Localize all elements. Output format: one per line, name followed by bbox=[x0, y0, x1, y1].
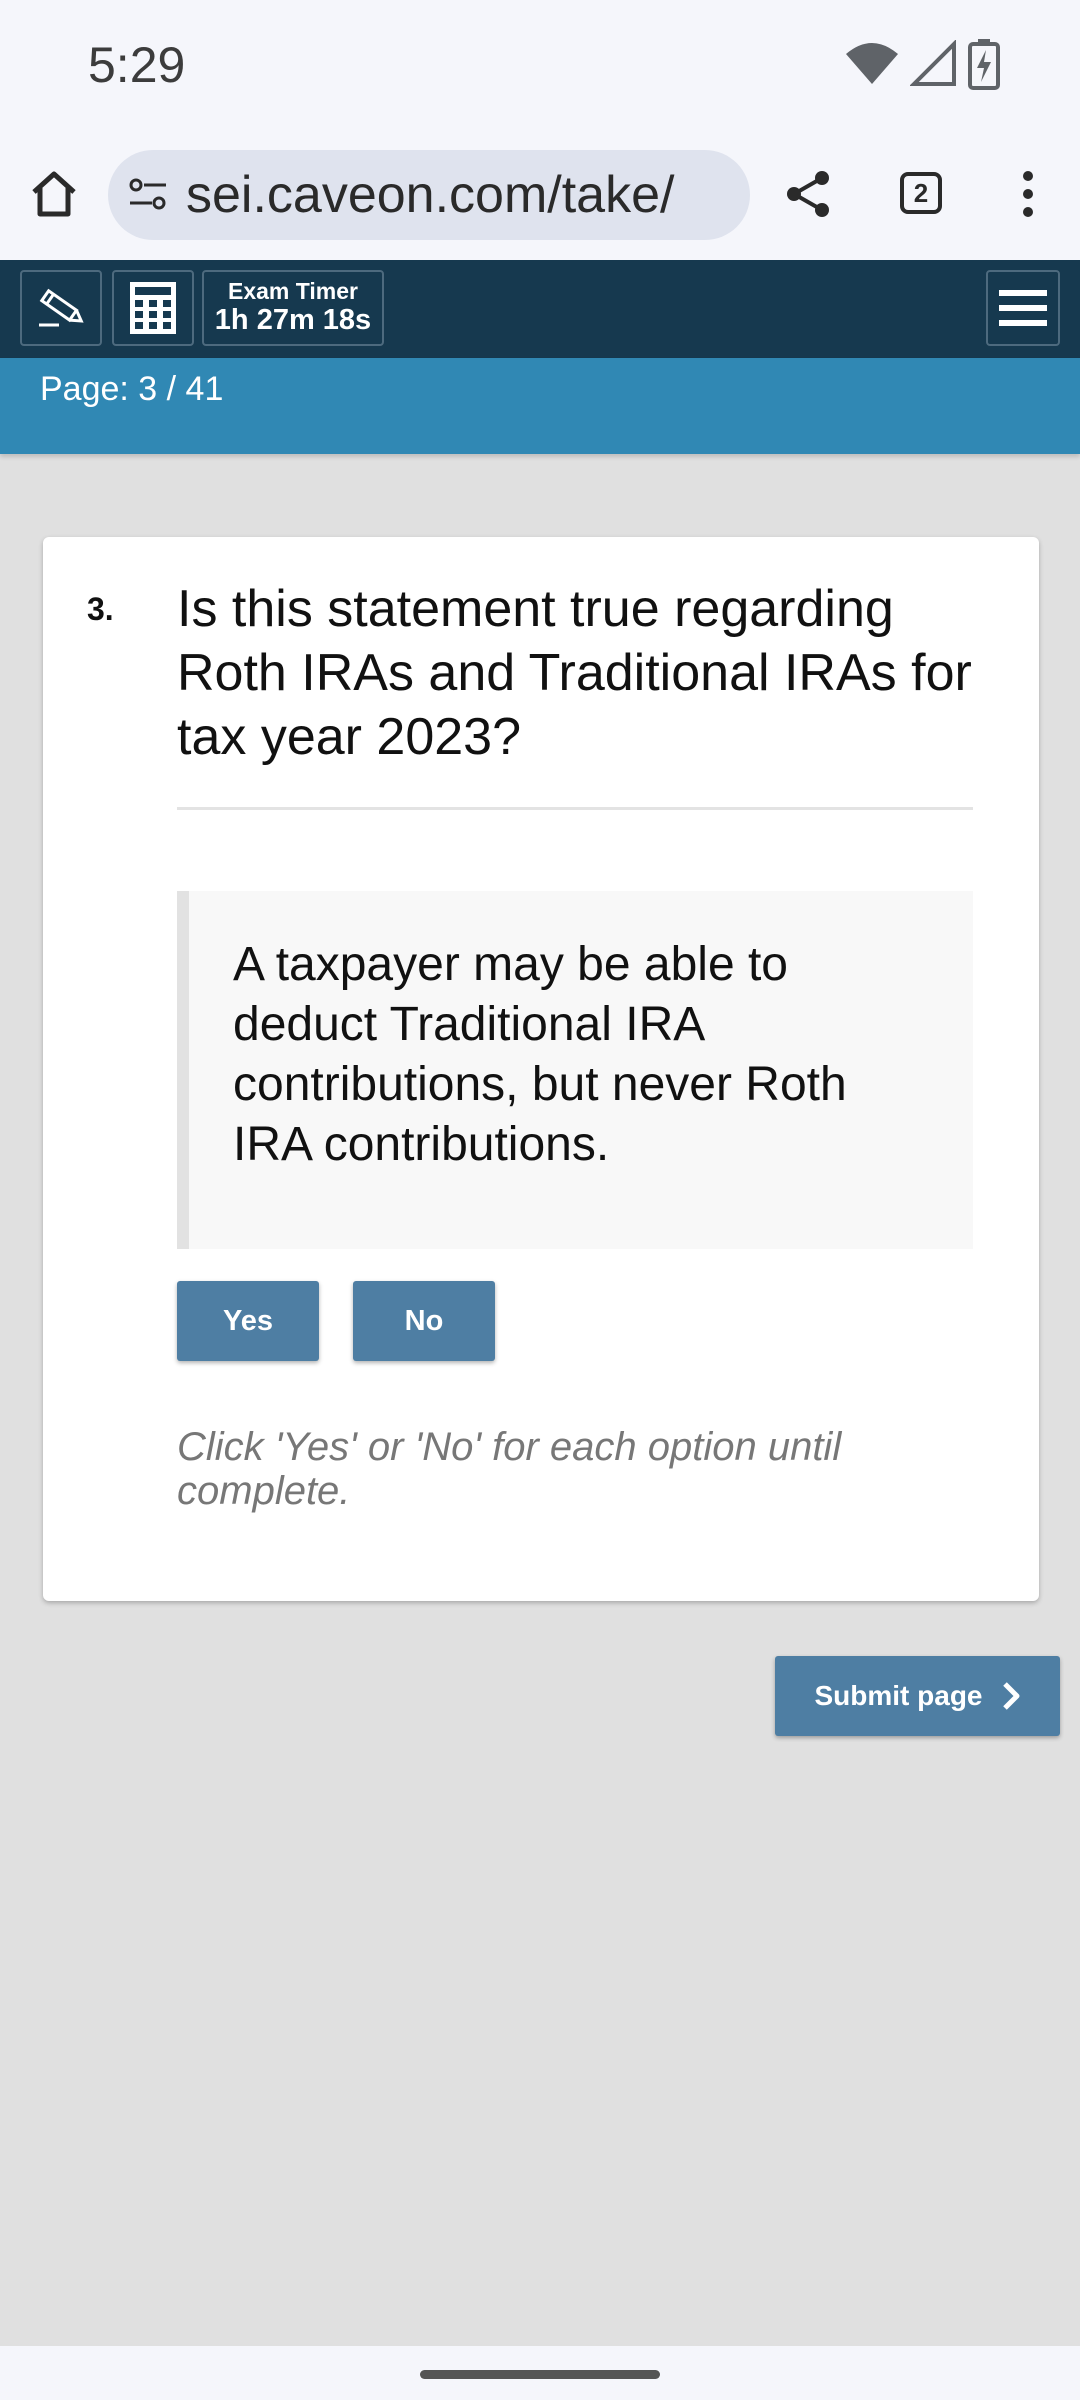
cell-signal-icon bbox=[910, 40, 956, 86]
statement-box: A taxpayer may be able to deduct Traditi… bbox=[177, 891, 973, 1249]
home-icon[interactable] bbox=[26, 166, 82, 222]
status-time: 5:29 bbox=[88, 37, 186, 93]
question-text: Is this statement true regarding Roth IR… bbox=[177, 580, 972, 766]
timer-value: 1h 27m 18s bbox=[214, 303, 372, 336]
more-vert-icon[interactable] bbox=[1010, 166, 1046, 222]
status-bar: 5:29 bbox=[0, 0, 1080, 130]
instruction-text: Click 'Yes' or 'No' for each option unti… bbox=[177, 1425, 842, 1513]
chevron-right-icon bbox=[1002, 1682, 1019, 1710]
address-bar[interactable]: sei.caveon.com/take/ bbox=[108, 150, 750, 240]
battery-charging-icon bbox=[968, 39, 1000, 90]
question-card: 3. Is this statement true regarding Roth… bbox=[43, 537, 1039, 1601]
status-icons bbox=[844, 38, 1000, 90]
tabs-icon[interactable]: 2 bbox=[900, 172, 942, 214]
page-indicator: Page: 3 / 41 bbox=[40, 370, 224, 408]
exam-timer[interactable]: Exam Timer 1h 27m 18s bbox=[202, 270, 384, 346]
pencil-button[interactable] bbox=[20, 270, 102, 346]
no-button[interactable]: No bbox=[353, 1281, 495, 1361]
home-gesture-handle[interactable] bbox=[420, 2370, 660, 2379]
system-nav-bar bbox=[0, 2346, 1080, 2400]
menu-button[interactable] bbox=[986, 270, 1060, 346]
hamburger-menu-icon bbox=[999, 290, 1047, 326]
question-number: 3. bbox=[87, 591, 114, 627]
url-text: sei.caveon.com/take/ bbox=[186, 166, 675, 224]
share-icon[interactable] bbox=[780, 166, 836, 222]
exam-toolbar: Exam Timer 1h 27m 18s bbox=[0, 260, 1080, 358]
submit-page-label: Submit page bbox=[814, 1680, 983, 1711]
calculator-icon bbox=[130, 282, 176, 334]
calculator-button[interactable] bbox=[112, 270, 194, 346]
page-indicator-bar: Page: 3 / 41 bbox=[0, 358, 1080, 454]
site-settings-icon[interactable] bbox=[126, 173, 170, 217]
pencil-icon bbox=[39, 288, 84, 327]
wifi-icon bbox=[846, 43, 898, 84]
timer-label: Exam Timer bbox=[228, 278, 358, 305]
statement-text: A taxpayer may be able to deduct Traditi… bbox=[233, 938, 847, 1171]
yes-button[interactable]: Yes bbox=[177, 1281, 319, 1361]
question-divider bbox=[177, 807, 973, 810]
submit-page-button[interactable]: Submit page bbox=[775, 1656, 1060, 1736]
browser-toolbar: sei.caveon.com/take/ 2 bbox=[0, 130, 1080, 260]
